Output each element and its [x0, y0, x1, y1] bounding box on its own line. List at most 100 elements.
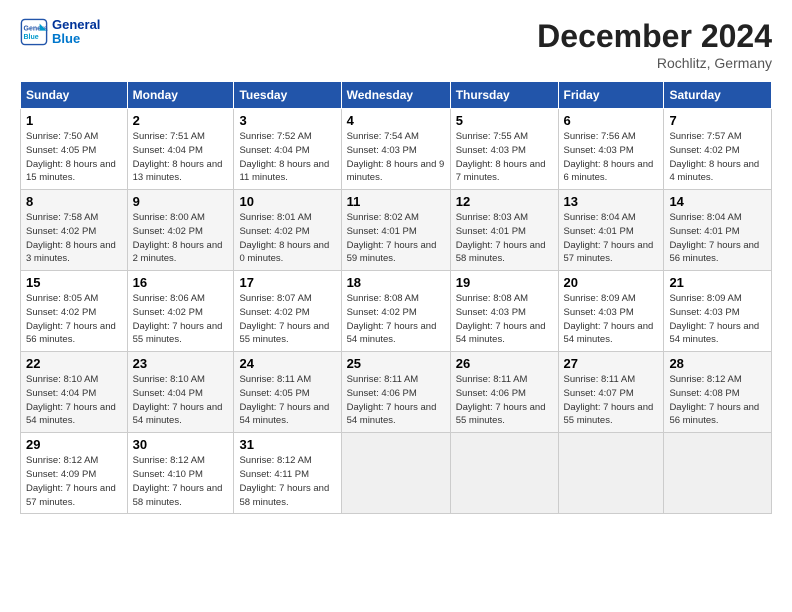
logo-icon: General Blue [20, 18, 48, 46]
day-cell-26: 26 Sunrise: 8:11 AMSunset: 4:06 PMDayligh… [450, 352, 558, 433]
day-cell-7: 7 Sunrise: 7:57 AMSunset: 4:02 PMDaylight… [664, 109, 772, 190]
day-cell-20: 20 Sunrise: 8:09 AMSunset: 4:03 PMDayligh… [558, 271, 664, 352]
day-cell-3: 3 Sunrise: 7:52 AMSunset: 4:04 PMDaylight… [234, 109, 341, 190]
day-number: 1 [26, 113, 122, 128]
day-cell-empty-4-3 [341, 433, 450, 514]
day-cell-empty-4-6 [664, 433, 772, 514]
header-row: Sunday Monday Tuesday Wednesday Thursday… [21, 82, 772, 109]
col-thursday: Thursday [450, 82, 558, 109]
day-cell-12: 12 Sunrise: 8:03 AMSunset: 4:01 PMDayligh… [450, 190, 558, 271]
week-row-4: 22 Sunrise: 8:10 AMSunset: 4:04 PMDayligh… [21, 352, 772, 433]
calendar-body: 1 Sunrise: 7:50 AMSunset: 4:05 PMDaylight… [21, 109, 772, 514]
day-number: 6 [564, 113, 659, 128]
day-cell-14: 14Sunrise: 8:04 AMSunset: 4:01 PMDayligh… [664, 190, 772, 271]
day-number: 19 [456, 275, 553, 290]
day-cell-13: 13Sunrise: 8:04 AMSunset: 4:01 PMDayligh… [558, 190, 664, 271]
day-detail: Sunrise: 7:58 AMSunset: 4:02 PMDaylight:… [26, 212, 116, 264]
week-row-3: 15Sunrise: 8:05 AMSunset: 4:02 PMDayligh… [21, 271, 772, 352]
day-number: 31 [239, 437, 335, 452]
day-cell-5: 5 Sunrise: 7:55 AMSunset: 4:03 PMDaylight… [450, 109, 558, 190]
header-area: General Blue General Blue December 2024 … [20, 18, 772, 71]
day-number: 25 [347, 356, 445, 371]
day-detail: Sunrise: 8:11 AMSunset: 4:05 PMDaylight:… [239, 374, 329, 426]
day-number: 18 [347, 275, 445, 290]
day-cell-23: 23 Sunrise: 8:10 AMSunset: 4:04 PMDayligh… [127, 352, 234, 433]
day-cell-16: 16Sunrise: 8:06 AMSunset: 4:02 PMDayligh… [127, 271, 234, 352]
day-detail: Sunrise: 8:10 AMSunset: 4:04 PMDaylight:… [26, 374, 116, 426]
logo-line2: Blue [52, 32, 100, 46]
day-number: 26 [456, 356, 553, 371]
day-detail: Sunrise: 8:04 AMSunset: 4:01 PMDaylight:… [564, 212, 654, 264]
day-detail: Sunrise: 8:04 AMSunset: 4:01 PMDaylight:… [669, 212, 759, 264]
day-cell-27: 27 Sunrise: 8:11 AMSunset: 4:07 PMDayligh… [558, 352, 664, 433]
title-area: December 2024 Rochlitz, Germany [537, 18, 772, 71]
day-detail: Sunrise: 8:09 AMSunset: 4:03 PMDaylight:… [669, 293, 759, 345]
day-cell-1: 1 Sunrise: 7:50 AMSunset: 4:05 PMDaylight… [21, 109, 128, 190]
week-row-1: 1 Sunrise: 7:50 AMSunset: 4:05 PMDaylight… [21, 109, 772, 190]
day-detail: Sunrise: 8:11 AMSunset: 4:06 PMDaylight:… [456, 374, 546, 426]
day-detail: Sunrise: 8:07 AMSunset: 4:02 PMDaylight:… [239, 293, 329, 345]
day-cell-10: 10Sunrise: 8:01 AMSunset: 4:02 PMDayligh… [234, 190, 341, 271]
col-saturday: Saturday [664, 82, 772, 109]
day-number: 11 [347, 194, 445, 209]
day-number: 22 [26, 356, 122, 371]
day-detail: Sunrise: 8:08 AMSunset: 4:02 PMDaylight:… [347, 293, 437, 345]
day-cell-empty-4-5 [558, 433, 664, 514]
day-cell-15: 15Sunrise: 8:05 AMSunset: 4:02 PMDayligh… [21, 271, 128, 352]
day-cell-24: 24 Sunrise: 8:11 AMSunset: 4:05 PMDayligh… [234, 352, 341, 433]
day-cell-9: 9 Sunrise: 8:00 AMSunset: 4:02 PMDaylight… [127, 190, 234, 271]
page: General Blue General Blue December 2024 … [0, 0, 792, 524]
day-number: 28 [669, 356, 766, 371]
day-cell-28: 28 Sunrise: 8:12 AMSunset: 4:08 PMDayligh… [664, 352, 772, 433]
day-number: 2 [133, 113, 229, 128]
day-number: 12 [456, 194, 553, 209]
day-number: 27 [564, 356, 659, 371]
day-number: 9 [133, 194, 229, 209]
day-detail: Sunrise: 7:52 AMSunset: 4:04 PMDaylight:… [239, 131, 329, 183]
day-number: 24 [239, 356, 335, 371]
day-cell-18: 18 Sunrise: 8:08 AMSunset: 4:02 PMDayligh… [341, 271, 450, 352]
calendar-table: Sunday Monday Tuesday Wednesday Thursday… [20, 81, 772, 514]
month-title: December 2024 [537, 18, 772, 55]
day-detail: Sunrise: 8:11 AMSunset: 4:06 PMDaylight:… [347, 374, 437, 426]
day-number: 5 [456, 113, 553, 128]
day-detail: Sunrise: 8:12 AMSunset: 4:09 PMDaylight:… [26, 455, 116, 507]
day-number: 10 [239, 194, 335, 209]
day-cell-22: 22 Sunrise: 8:10 AMSunset: 4:04 PMDayligh… [21, 352, 128, 433]
day-detail: Sunrise: 7:55 AMSunset: 4:03 PMDaylight:… [456, 131, 546, 183]
day-number: 23 [133, 356, 229, 371]
day-number: 30 [133, 437, 229, 452]
day-cell-empty-4-4 [450, 433, 558, 514]
day-detail: Sunrise: 8:08 AMSunset: 4:03 PMDaylight:… [456, 293, 546, 345]
day-number: 29 [26, 437, 122, 452]
svg-text:Blue: Blue [24, 34, 39, 41]
day-detail: Sunrise: 8:02 AMSunset: 4:01 PMDaylight:… [347, 212, 437, 264]
col-tuesday: Tuesday [234, 82, 341, 109]
day-number: 20 [564, 275, 659, 290]
day-detail: Sunrise: 8:12 AMSunset: 4:08 PMDaylight:… [669, 374, 759, 426]
day-detail: Sunrise: 8:09 AMSunset: 4:03 PMDaylight:… [564, 293, 654, 345]
day-detail: Sunrise: 8:03 AMSunset: 4:01 PMDaylight:… [456, 212, 546, 264]
day-detail: Sunrise: 8:11 AMSunset: 4:07 PMDaylight:… [564, 374, 654, 426]
day-cell-11: 11 Sunrise: 8:02 AMSunset: 4:01 PMDayligh… [341, 190, 450, 271]
week-row-5: 29 Sunrise: 8:12 AMSunset: 4:09 PMDayligh… [21, 433, 772, 514]
col-sunday: Sunday [21, 82, 128, 109]
day-detail: Sunrise: 8:12 AMSunset: 4:11 PMDaylight:… [239, 455, 329, 507]
day-number: 3 [239, 113, 335, 128]
day-cell-8: 8Sunrise: 7:58 AMSunset: 4:02 PMDaylight… [21, 190, 128, 271]
day-cell-31: 31 Sunrise: 8:12 AMSunset: 4:11 PMDayligh… [234, 433, 341, 514]
day-detail: Sunrise: 7:57 AMSunset: 4:02 PMDaylight:… [669, 131, 759, 183]
day-number: 21 [669, 275, 766, 290]
day-cell-4: 4Sunrise: 7:54 AMSunset: 4:03 PMDaylight… [341, 109, 450, 190]
day-detail: Sunrise: 8:00 AMSunset: 4:02 PMDaylight:… [133, 212, 223, 264]
day-number: 7 [669, 113, 766, 128]
day-detail: Sunrise: 7:50 AMSunset: 4:05 PMDaylight:… [26, 131, 116, 183]
day-number: 17 [239, 275, 335, 290]
day-detail: Sunrise: 8:10 AMSunset: 4:04 PMDaylight:… [133, 374, 223, 426]
day-cell-2: 2 Sunrise: 7:51 AMSunset: 4:04 PMDaylight… [127, 109, 234, 190]
day-detail: Sunrise: 8:05 AMSunset: 4:02 PMDaylight:… [26, 293, 116, 345]
day-cell-29: 29 Sunrise: 8:12 AMSunset: 4:09 PMDayligh… [21, 433, 128, 514]
day-detail: Sunrise: 7:51 AMSunset: 4:04 PMDaylight:… [133, 131, 223, 183]
logo: General Blue General Blue [20, 18, 100, 47]
logo-line1: General [52, 18, 100, 32]
